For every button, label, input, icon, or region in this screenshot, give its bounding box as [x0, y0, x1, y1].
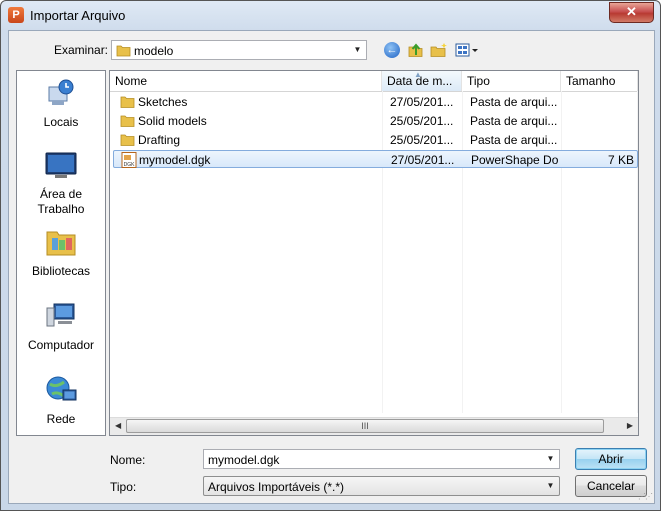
- libraries-icon: [46, 231, 76, 256]
- close-button[interactable]: ✕: [609, 2, 654, 23]
- look-in-value: modelo: [134, 44, 174, 58]
- file-name-value: mymodel.dgk: [208, 453, 280, 467]
- chevron-down-icon[interactable]: ▼: [542, 450, 559, 468]
- column-header-size[interactable]: Tamanho: [561, 71, 638, 91]
- file-type: PowerShape Do...: [471, 153, 559, 167]
- file-type-label: Tipo:: [110, 480, 137, 494]
- open-button[interactable]: Abrir: [575, 448, 647, 470]
- import-dialog: P Importar Arquivo ✕ Examinar: modelo ▼ …: [0, 0, 661, 511]
- place-label-libraries: Bibliotecas: [31, 264, 91, 278]
- chevron-down-icon[interactable]: ▼: [349, 41, 366, 59]
- place-label-desktop: Área de Trabalho: [37, 187, 85, 216]
- file-type: Pasta de arqui...: [470, 114, 558, 128]
- sort-ascending-icon: ▲: [414, 70, 422, 79]
- cancel-button[interactable]: Cancelar: [575, 475, 647, 497]
- file-name: Solid models: [138, 114, 207, 128]
- folder-icon: [120, 115, 135, 127]
- column-header-name-label: Nome: [115, 74, 148, 88]
- file-size: 7 KB: [607, 153, 634, 167]
- places-bar: Locais Área de Trabalho Bibliotecas Comp…: [16, 70, 106, 436]
- scroll-left-icon[interactable]: ◀: [115, 421, 121, 430]
- scrollbar-thumb[interactable]: III: [126, 419, 604, 433]
- title-bar: P Importar Arquivo ✕: [1, 1, 660, 29]
- network-icon: [46, 376, 77, 401]
- file-date: 27/05/201...: [390, 95, 454, 109]
- place-libraries[interactable]: Bibliotecas: [17, 226, 105, 279]
- place-label-network: Rede: [46, 412, 76, 426]
- place-label-computer: Computador: [27, 338, 95, 352]
- place-label-recent: Locais: [43, 115, 79, 129]
- column-header-row: Nome ▲ Data de m... Tipo Tamanho: [110, 71, 638, 92]
- back-icon[interactable]: ←: [384, 42, 400, 58]
- look-in-label: Examinar:: [54, 43, 109, 57]
- dgk-icon-text: DGK: [124, 162, 136, 168]
- window-title: Importar Arquivo: [30, 8, 126, 23]
- horizontal-scrollbar[interactable]: ◀ III ▶: [110, 417, 638, 435]
- column-header-size-label: Tamanho: [566, 74, 616, 88]
- dgk-file-icon: DGK: [121, 152, 137, 168]
- list-item-selected[interactable]: DGK mymodel.dgk 27/05/201... PowerShape …: [113, 150, 638, 168]
- scroll-right-icon[interactable]: ▶: [627, 421, 633, 430]
- resize-grip-icon[interactable]: ⋰⋰: [638, 492, 653, 501]
- chevron-down-icon[interactable]: ▼: [542, 477, 559, 495]
- file-type-select[interactable]: Arquivos Importáveis (*.*) ▼: [203, 476, 560, 496]
- view-menu-icon[interactable]: [455, 41, 481, 59]
- place-computer[interactable]: Computador: [17, 300, 105, 353]
- file-name: mymodel.dgk: [139, 153, 211, 167]
- file-name-label: Nome:: [110, 453, 146, 467]
- file-type-value: Arquivos Importáveis (*.*): [208, 480, 345, 494]
- place-recent[interactable]: Locais: [17, 77, 105, 130]
- file-name-field[interactable]: mymodel.dgk ▼: [203, 449, 560, 469]
- file-date: 27/05/201...: [391, 153, 455, 167]
- file-date: 25/05/201...: [390, 114, 454, 128]
- folder-icon: [116, 45, 131, 57]
- look-in-combo[interactable]: modelo ▼: [111, 40, 367, 60]
- list-item[interactable]: Solid models 25/05/201... Pasta de arqui…: [113, 112, 638, 130]
- up-folder-icon[interactable]: [407, 41, 425, 59]
- computer-icon: [46, 303, 75, 327]
- column-header-name[interactable]: Nome: [110, 71, 382, 91]
- list-item[interactable]: Sketches 27/05/201... Pasta de arqui...: [113, 93, 638, 111]
- desktop-icon: [45, 152, 77, 178]
- column-header-type-label: Tipo: [467, 74, 490, 88]
- dialog-body: Examinar: modelo ▼ ← Locais Área de Trab…: [8, 30, 655, 504]
- folder-icon: [120, 96, 135, 108]
- file-name: Drafting: [138, 133, 181, 147]
- place-network[interactable]: Rede: [17, 374, 105, 427]
- file-type: Pasta de arqui...: [470, 133, 558, 147]
- file-type: Pasta de arqui...: [470, 95, 558, 109]
- place-desktop[interactable]: Área de Trabalho: [17, 151, 105, 217]
- recent-places-icon: [48, 79, 74, 105]
- new-folder-icon[interactable]: [430, 41, 448, 59]
- list-item[interactable]: Drafting 25/05/201... Pasta de arqui...: [113, 131, 638, 149]
- column-header-date[interactable]: ▲ Data de m...: [382, 71, 462, 91]
- file-list[interactable]: Nome ▲ Data de m... Tipo Tamanho Sketche…: [109, 70, 639, 436]
- app-icon: P: [8, 7, 24, 23]
- file-date: 25/05/201...: [390, 133, 454, 147]
- folder-icon: [120, 134, 135, 146]
- column-header-type[interactable]: Tipo: [462, 71, 561, 91]
- file-name: Sketches: [138, 95, 188, 109]
